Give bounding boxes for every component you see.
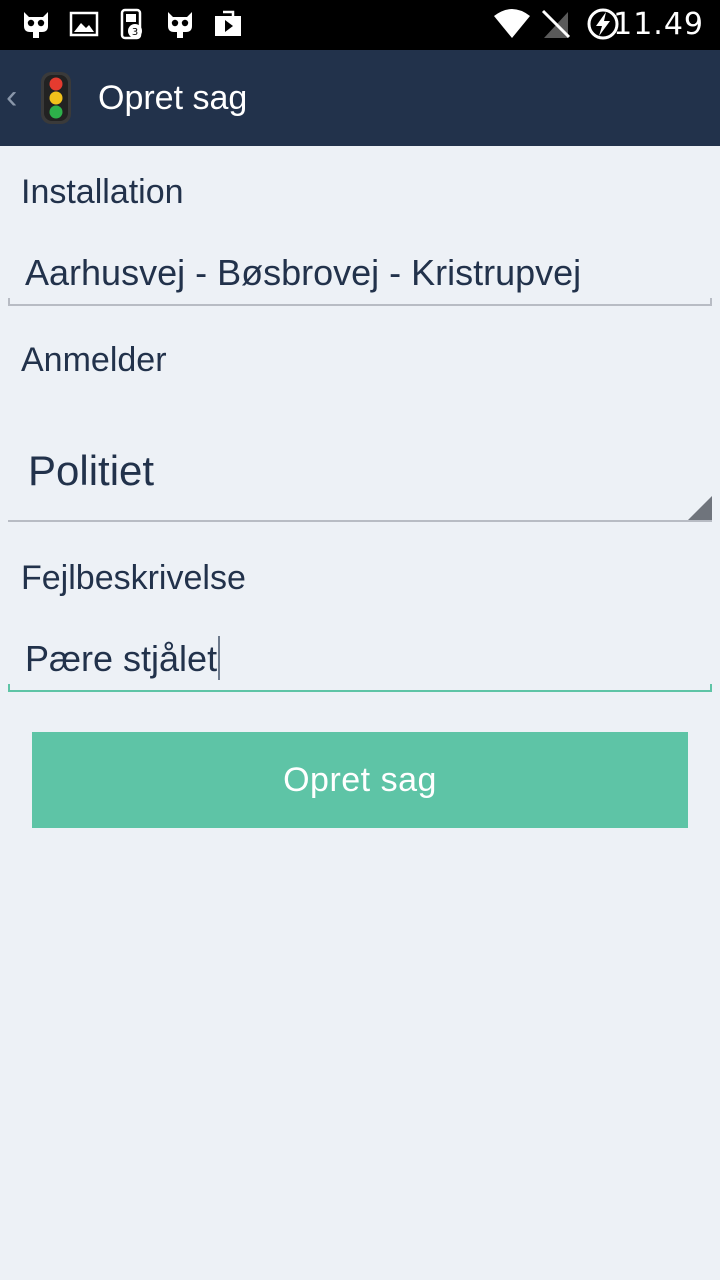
no-signal-icon <box>541 9 571 39</box>
field-underline <box>8 690 712 692</box>
status-time: 11.49 <box>613 7 704 42</box>
reporter-selected-value: Politiet <box>28 447 155 494</box>
description-text: Pære stjålet <box>25 638 218 679</box>
field-underline-tick <box>710 298 712 306</box>
installation-label: Installation <box>21 173 184 211</box>
reporter-label: Anmelder <box>21 341 167 379</box>
up-navigation[interactable]: ‹ <box>0 50 86 146</box>
spinner-underline <box>8 520 712 522</box>
traffic-light-icon <box>41 72 71 124</box>
installation-field[interactable]: Aarhusvej - Bøsbrovej - Kristrupvej <box>8 246 712 306</box>
page-title: Opret sag <box>98 79 248 117</box>
create-case-button[interactable]: Opret sag <box>32 732 688 828</box>
reporter-spinner[interactable]: Politiet <box>8 420 712 522</box>
image-icon <box>69 11 99 37</box>
cyanogen-mod-icon <box>168 12 192 38</box>
sim-notification-icon: 3 <box>120 8 142 40</box>
wifi-icon <box>494 9 530 38</box>
status-bar: 3 11.49 <box>0 0 720 50</box>
description-field[interactable]: Pære stjålet <box>8 632 712 692</box>
cyanogen-mod-icon <box>24 12 48 38</box>
chevron-left-icon: ‹ <box>6 78 18 116</box>
field-underline-tick <box>8 298 10 306</box>
field-underline <box>8 304 712 306</box>
svg-text:3: 3 <box>132 27 138 38</box>
action-bar: ‹ Opret sag <box>0 50 720 146</box>
field-underline-tick <box>8 684 10 692</box>
description-label: Fejlbeskrivelse <box>21 559 246 597</box>
field-underline-tick <box>710 684 712 692</box>
text-cursor <box>218 636 221 681</box>
dropdown-triangle-icon <box>688 496 712 520</box>
installation-value: Aarhusvej - Bøsbrovej - Kristrupvej <box>25 252 582 293</box>
description-value: Pære stjålet <box>25 636 221 683</box>
video-store-icon <box>215 10 241 36</box>
